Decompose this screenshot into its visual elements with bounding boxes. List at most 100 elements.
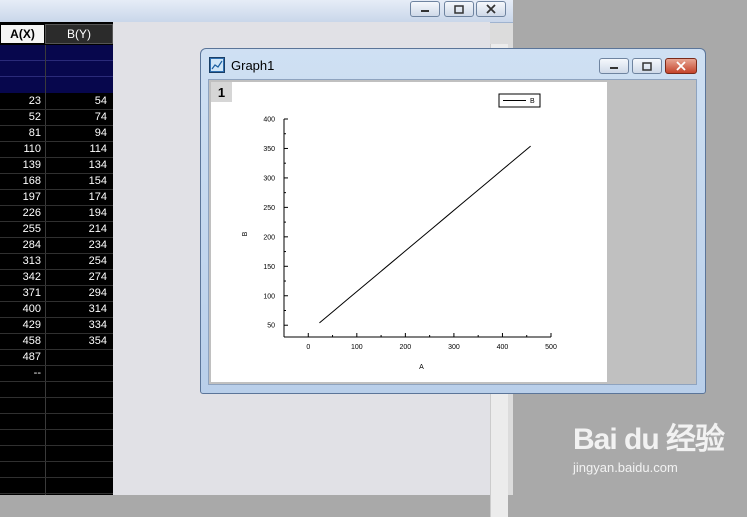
table-row[interactable]: 255 214 (0, 222, 113, 238)
table-row[interactable]: 197 174 (0, 190, 113, 206)
table-row[interactable]: 458 354 (0, 334, 113, 350)
cell-a[interactable]: 255 (23, 223, 41, 235)
cell-a[interactable]: 458 (23, 335, 41, 347)
graph-maximize-button[interactable] (632, 58, 662, 74)
y-tick-label: 400 (263, 117, 275, 124)
workbook-restore-button[interactable] (444, 1, 474, 17)
table-row[interactable]: 284 234 (0, 238, 113, 254)
chart-axes: 0 100 200 300 400 500 50 100 150 200 250 300 350 400 A… (242, 117, 557, 372)
cell-a[interactable]: 226 (23, 207, 41, 219)
cell-a[interactable]: 429 (23, 319, 41, 331)
close-icon (676, 61, 686, 71)
chart-legend[interactable]: B (498, 93, 541, 108)
y-tick-label: 350 (263, 146, 275, 153)
cell-b[interactable]: 74 (95, 111, 107, 123)
table-row[interactable]: 139 134 (0, 158, 113, 174)
table-row[interactable]: 81 94 (0, 126, 113, 142)
cell-b[interactable]: 274 (89, 271, 107, 283)
graph-window-icon (209, 57, 225, 73)
restore-icon (454, 4, 464, 14)
table-row[interactable]: -- (0, 366, 113, 382)
y-tick-label: 50 (267, 323, 275, 330)
y-tick-label: 250 (263, 205, 275, 212)
table-row[interactable]: 400 314 (0, 302, 113, 318)
table-row[interactable] (0, 462, 113, 478)
legend-label: B (530, 98, 535, 105)
cell-b[interactable]: 134 (89, 159, 107, 171)
table-row[interactable] (0, 478, 113, 494)
baidu-logo: Bai du 经验 (573, 423, 725, 456)
cell-b[interactable]: 94 (95, 127, 107, 139)
cell-b[interactable]: 54 (95, 95, 107, 107)
cell-a[interactable]: 400 (23, 303, 41, 315)
cell-a[interactable]: 197 (23, 191, 41, 203)
graph-minimize-button[interactable] (599, 58, 629, 74)
table-row[interactable]: 52 74 (0, 110, 113, 126)
maximize-icon (642, 61, 652, 71)
baidu-watermark: Bai du 经验 jingyan.baidu.com (565, 412, 745, 492)
y-tick-label: 300 (263, 175, 275, 182)
cell-a[interactable]: -- (34, 367, 41, 379)
cell-a[interactable]: 139 (23, 159, 41, 171)
cell-a[interactable]: 52 (29, 111, 41, 123)
graph-window-title: Graph1 (231, 58, 275, 73)
cell-a[interactable]: 487 (23, 351, 41, 363)
graph-close-button[interactable] (665, 58, 697, 74)
column-header-a[interactable]: A(X) (0, 24, 45, 44)
close-icon (486, 4, 496, 14)
cell-a[interactable]: 81 (29, 127, 41, 139)
table-row[interactable]: 429 334 (0, 318, 113, 334)
table-row[interactable]: 23 54 (0, 94, 113, 110)
graph-window[interactable]: Graph1 0 100 200 300 400 500 50 100 150 200 250 300… (200, 48, 706, 394)
table-row[interactable]: 371 294 (0, 286, 113, 302)
table-row[interactable] (0, 414, 113, 430)
y-tick-label: 100 (263, 293, 275, 300)
cell-b[interactable]: 154 (89, 175, 107, 187)
y-tick-label: 150 (263, 264, 275, 271)
cell-b[interactable]: 254 (89, 255, 107, 267)
workbook-close-button[interactable] (476, 1, 506, 17)
data-rows: 23 54 52 74 81 94 110 114 139 134 168 154 197 174 226 1… (0, 94, 113, 494)
x-tick-label: 400 (497, 344, 509, 351)
table-row[interactable] (0, 398, 113, 414)
table-row[interactable]: 313 254 (0, 254, 113, 270)
cell-b[interactable]: 174 (89, 191, 107, 203)
y-tick-label: 200 (263, 234, 275, 241)
table-row[interactable]: 226 194 (0, 206, 113, 222)
cell-a[interactable]: 168 (23, 175, 41, 187)
x-tick-label: 200 (400, 344, 412, 351)
worksheet-grid[interactable]: A(X) B(Y) 23 54 52 74 81 94 110 114 139 134 168 154… (0, 22, 113, 495)
cell-a[interactable]: 313 (23, 255, 41, 267)
workbook-minimize-button[interactable] (410, 1, 440, 17)
cell-b[interactable]: 294 (89, 287, 107, 299)
cell-a[interactable]: 284 (23, 239, 41, 251)
cell-b[interactable]: 234 (89, 239, 107, 251)
table-row[interactable] (0, 446, 113, 462)
graph-page[interactable]: 0 100 200 300 400 500 50 100 150 200 250 300 350 400 A… (211, 82, 607, 382)
cell-a[interactable]: 23 (29, 95, 41, 107)
workbook-title-bar (0, 0, 513, 23)
cell-a[interactable]: 110 (23, 143, 41, 155)
table-row[interactable] (0, 430, 113, 446)
layer-number-button[interactable]: 1 (211, 82, 232, 102)
cell-b[interactable]: 214 (89, 223, 107, 235)
cell-a[interactable]: 371 (23, 287, 41, 299)
cell-a[interactable]: 342 (23, 271, 41, 283)
table-row[interactable]: 110 114 (0, 142, 113, 158)
x-axis-label: A (419, 364, 424, 371)
line-chart[interactable]: 0 100 200 300 400 500 50 100 150 200 250 300 350 400 A… (211, 82, 607, 382)
cell-b[interactable]: 114 (89, 143, 107, 155)
column-header-b[interactable]: B(Y) (45, 24, 113, 44)
table-row[interactable] (0, 382, 113, 398)
cell-b[interactable]: 334 (89, 319, 107, 331)
minimize-icon (610, 67, 618, 69)
cell-b[interactable]: 194 (89, 207, 107, 219)
table-row[interactable]: 487 (0, 350, 113, 366)
chart-marks (319, 145, 531, 324)
table-row[interactable]: 168 154 (0, 174, 113, 190)
x-tick-label: 500 (545, 344, 557, 351)
cell-b[interactable]: 354 (89, 335, 107, 347)
label-rows (0, 45, 113, 93)
cell-b[interactable]: 314 (89, 303, 107, 315)
table-row[interactable]: 342 274 (0, 270, 113, 286)
